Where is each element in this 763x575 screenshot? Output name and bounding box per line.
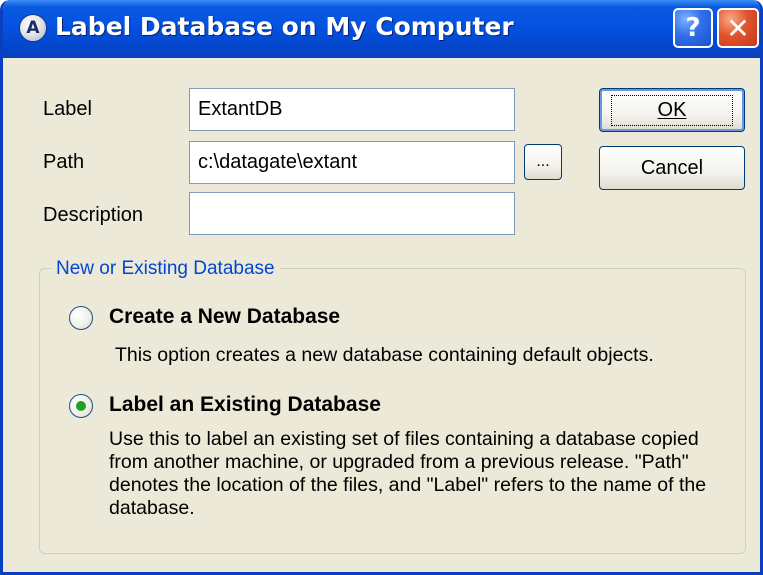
create-new-option-description: This option creates a new database conta… (115, 344, 654, 366)
app-icon: A (19, 14, 47, 42)
window-title: Label Database on My Computer (55, 12, 514, 41)
close-button[interactable]: ✕ (717, 8, 759, 48)
group-legend: New or Existing Database (51, 258, 280, 280)
title-bar[interactable]: A Label Database on My Computer ? ✕ (3, 0, 760, 58)
ok-button-label: OK (610, 94, 734, 126)
browse-button[interactable]: ... (524, 144, 562, 180)
question-mark-icon: ? (685, 13, 701, 43)
label-existing-radio[interactable] (69, 394, 93, 418)
help-button[interactable]: ? (673, 8, 713, 48)
create-new-option-title[interactable]: Create a New Database (109, 305, 340, 329)
description-input[interactable] (189, 192, 515, 235)
description-caption: Description (43, 204, 144, 226)
path-input[interactable]: c:\datagate\extant (189, 141, 515, 184)
label-caption: Label (43, 98, 92, 120)
ok-button[interactable]: OK (599, 88, 745, 132)
label-input[interactable]: ExtantDB (189, 88, 515, 131)
dialog-window: A Label Database on My Computer ? ✕ Labe… (0, 0, 763, 575)
create-new-radio[interactable] (69, 306, 93, 330)
close-icon: ✕ (726, 11, 750, 45)
label-existing-option-title[interactable]: Label an Existing Database (109, 393, 381, 417)
label-existing-option-description: Use this to label an existing set of fil… (109, 428, 707, 519)
path-caption: Path (43, 151, 85, 173)
cancel-button-label: Cancel (640, 156, 704, 179)
cancel-button[interactable]: Cancel (599, 146, 745, 190)
